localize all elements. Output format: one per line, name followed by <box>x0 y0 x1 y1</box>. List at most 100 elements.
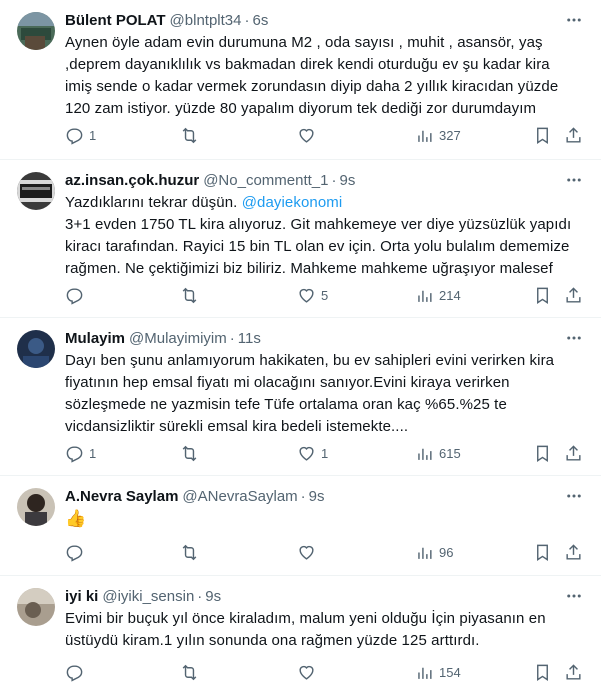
reply-button[interactable] <box>65 660 89 684</box>
tweet-text: 👍 <box>65 508 585 530</box>
like-button[interactable] <box>297 660 321 684</box>
tweet-actions: 96 <box>65 540 585 564</box>
avatar[interactable] <box>17 12 55 50</box>
retweet-icon <box>182 287 197 303</box>
views-button[interactable]: 214 <box>415 283 461 307</box>
like-button[interactable]: 1 <box>297 441 328 465</box>
share-icon <box>566 663 581 680</box>
tweet-text-prefix: Yazdıklarını tekrar düşün. <box>65 194 242 211</box>
tweet-line: sözleşmede ne yazmisin tefe Tüfe ortalam… <box>65 396 507 413</box>
display-name[interactable]: az.insan.çok.huzur <box>65 172 199 189</box>
tweet-text: Evimi bir buçuk yıl önce kiraladım, malu… <box>65 608 585 652</box>
reply-button[interactable] <box>65 540 89 564</box>
heart-icon <box>299 446 314 461</box>
timestamp[interactable]: 9s <box>309 488 325 505</box>
views-button[interactable]: 154 <box>415 660 461 684</box>
tweet-line: ,deprem dayanıklılık vs bakmadan direk k… <box>65 56 550 73</box>
reply-count: 1 <box>89 127 97 143</box>
tweet-line: Yazdıklarını tekrar düşün. @dayiekonomi <box>65 192 585 214</box>
share-button[interactable] <box>564 441 583 465</box>
user-handle[interactable]: @blntplt34 <box>170 12 242 29</box>
retweet-button[interactable] <box>180 660 204 684</box>
bookmark-button[interactable] <box>533 540 552 564</box>
separator-dot: · <box>197 587 203 605</box>
more-options-icon[interactable] <box>563 586 585 606</box>
user-handle[interactable]: @Mulayimiyim <box>129 330 227 347</box>
more-options-icon[interactable] <box>563 328 585 348</box>
tweet-line: vicdansizliktir sürekli emsal kira bedel… <box>65 418 409 435</box>
heart-icon <box>299 128 314 143</box>
share-icon <box>566 543 581 560</box>
avatar[interactable] <box>17 588 55 626</box>
reply-icon <box>66 127 83 145</box>
views-button[interactable]: 327 <box>415 123 461 147</box>
share-button[interactable] <box>564 660 583 684</box>
tweet-line: Evimi bir buçuk yıl önce kiraladım, malu… <box>65 610 546 627</box>
share-icon <box>566 126 581 143</box>
timestamp[interactable]: 9s <box>205 588 221 605</box>
like-button[interactable] <box>297 540 321 564</box>
retweet-button[interactable] <box>180 283 204 307</box>
retweet-icon <box>182 664 197 680</box>
reply-icon <box>66 664 83 682</box>
display-name[interactable]: Bülent POLAT <box>65 12 166 29</box>
user-handle[interactable]: @ANevraSaylam <box>182 488 297 505</box>
tweet-line: Dayı ben şunu anlamıyorum hakikaten, bu … <box>65 352 555 369</box>
more-options-icon[interactable] <box>563 486 585 506</box>
tweet-line: üstüydü kiram.1 yılın sonunda ona rağmen… <box>65 632 480 649</box>
mention-link[interactable]: @dayiekonomi <box>242 194 343 211</box>
retweet-button[interactable] <box>180 540 204 564</box>
like-count: 5 <box>321 287 329 303</box>
tweet[interactable]: A.Nevra Saylam @ANevraSaylam · 9s 👍 96 <box>0 476 601 576</box>
tweet-text: Aynen öyle adam evin durumuna M2 , oda s… <box>65 32 585 120</box>
reply-button[interactable]: 1 <box>65 123 96 147</box>
display-name[interactable]: A.Nevra Saylam <box>65 488 178 505</box>
reply-button[interactable] <box>65 283 89 307</box>
timestamp[interactable]: 6s <box>253 12 269 29</box>
tweet-line: Aynen öyle adam evin durumuna M2 , oda s… <box>65 34 543 51</box>
bookmark-button[interactable] <box>533 660 552 684</box>
like-button[interactable] <box>297 123 321 147</box>
reply-button[interactable]: 1 <box>65 441 96 465</box>
retweet-icon <box>182 127 197 143</box>
tweet[interactable]: Bülent POLAT @blntplt34 · 6s Aynen öyle … <box>0 0 601 160</box>
display-name[interactable]: Mulayim <box>65 330 125 347</box>
user-handle[interactable]: @No_commentt_1 <box>203 172 328 189</box>
bookmark-button[interactable] <box>533 441 552 465</box>
like-button[interactable]: 5 <box>297 283 328 307</box>
avatar[interactable] <box>17 488 55 526</box>
share-button[interactable] <box>564 283 583 307</box>
share-button[interactable] <box>564 123 583 147</box>
timestamp[interactable]: 11s <box>238 330 261 347</box>
tweet-line: rağmen. Ne çektiğimizi biz biliriz. Mahk… <box>65 260 553 277</box>
avatar[interactable] <box>17 172 55 210</box>
share-button[interactable] <box>564 540 583 564</box>
more-options-icon[interactable] <box>563 170 585 190</box>
retweet-icon <box>182 445 197 461</box>
tweet-line: 3+1 evden 1750 TL kira alıyoruz. Git mah… <box>65 216 572 233</box>
display-name[interactable]: iyi ki <box>65 588 98 605</box>
tweet[interactable]: iyi ki @iyiki_sensin · 9s Evimi bir buçu… <box>0 576 601 697</box>
tweet-actions: 1 1 615 <box>65 441 585 465</box>
more-options-icon[interactable] <box>563 10 585 30</box>
views-count: 214 <box>439 287 461 303</box>
views-count: 327 <box>439 127 461 143</box>
tweet[interactable]: Mulayim @Mulayimiyim · 11s Dayı ben şunu… <box>0 318 601 476</box>
avatar[interactable] <box>17 330 55 368</box>
bookmark-button[interactable] <box>533 283 552 307</box>
views-count: 615 <box>439 445 461 461</box>
emoji-text: 👍 <box>65 509 87 528</box>
heart-icon <box>299 288 314 303</box>
tweet-line: 120 zam istiyor. yüzde 80 yapalım diyoru… <box>65 100 537 117</box>
tweet[interactable]: az.insan.çok.huzur @No_commentt_1 · 9s Y… <box>0 160 601 318</box>
tweet-actions: 1 327 <box>65 123 585 147</box>
tweet-actions: 5 214 <box>65 283 585 307</box>
views-button[interactable]: 615 <box>415 441 461 465</box>
retweet-button[interactable] <box>180 441 204 465</box>
views-button[interactable]: 96 <box>415 540 453 564</box>
timestamp[interactable]: 9s <box>339 172 355 189</box>
bookmark-button[interactable] <box>533 123 552 147</box>
user-handle[interactable]: @iyiki_sensin <box>102 588 194 605</box>
separator-dot: · <box>244 11 250 29</box>
retweet-button[interactable] <box>180 123 204 147</box>
